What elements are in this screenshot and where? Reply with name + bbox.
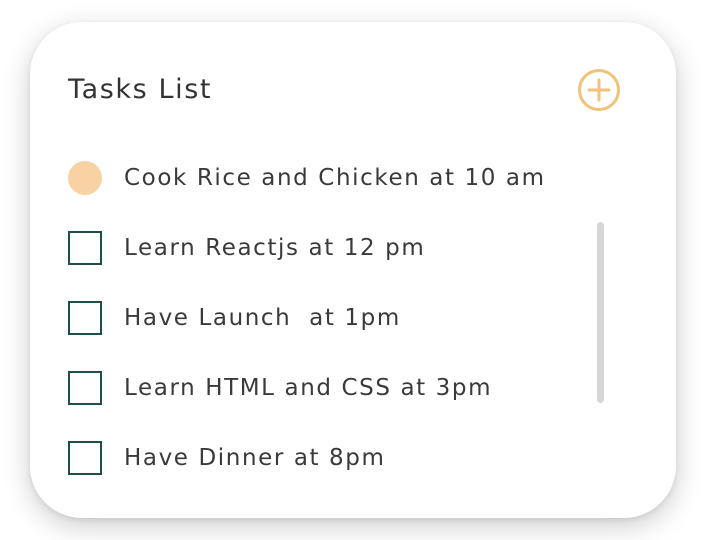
task-label: Have Dinner at 8pm xyxy=(124,445,386,471)
task-item[interactable]: Have Launch at 1pm xyxy=(68,300,401,336)
task-checkbox[interactable] xyxy=(68,441,102,475)
task-label: Learn HTML and CSS at 3pm xyxy=(124,375,493,401)
task-item[interactable]: Cook Rice and Chicken at 10 am xyxy=(68,160,546,196)
task-item[interactable]: Learn HTML and CSS at 3pm xyxy=(68,370,492,406)
plus-circle-icon xyxy=(578,69,620,111)
task-label: Learn Reactjs at 12 pm xyxy=(124,235,426,261)
task-done-marker[interactable] xyxy=(68,161,102,195)
task-checkbox[interactable] xyxy=(68,371,102,405)
add-task-button[interactable] xyxy=(578,69,620,111)
task-checkbox[interactable] xyxy=(68,231,102,265)
task-item[interactable]: Have Dinner at 8pm xyxy=(68,440,386,476)
scrollbar[interactable] xyxy=(597,222,604,403)
task-label: Have Launch at 1pm xyxy=(124,305,401,331)
task-item[interactable]: Learn Reactjs at 12 pm xyxy=(68,230,425,266)
card-title: Tasks List xyxy=(68,74,213,105)
task-label: Cook Rice and Chicken at 10 am xyxy=(124,165,546,191)
task-checkbox[interactable] xyxy=(68,301,102,335)
tasks-card: Tasks List Cook Rice and Chicken at 10 a… xyxy=(30,22,676,518)
